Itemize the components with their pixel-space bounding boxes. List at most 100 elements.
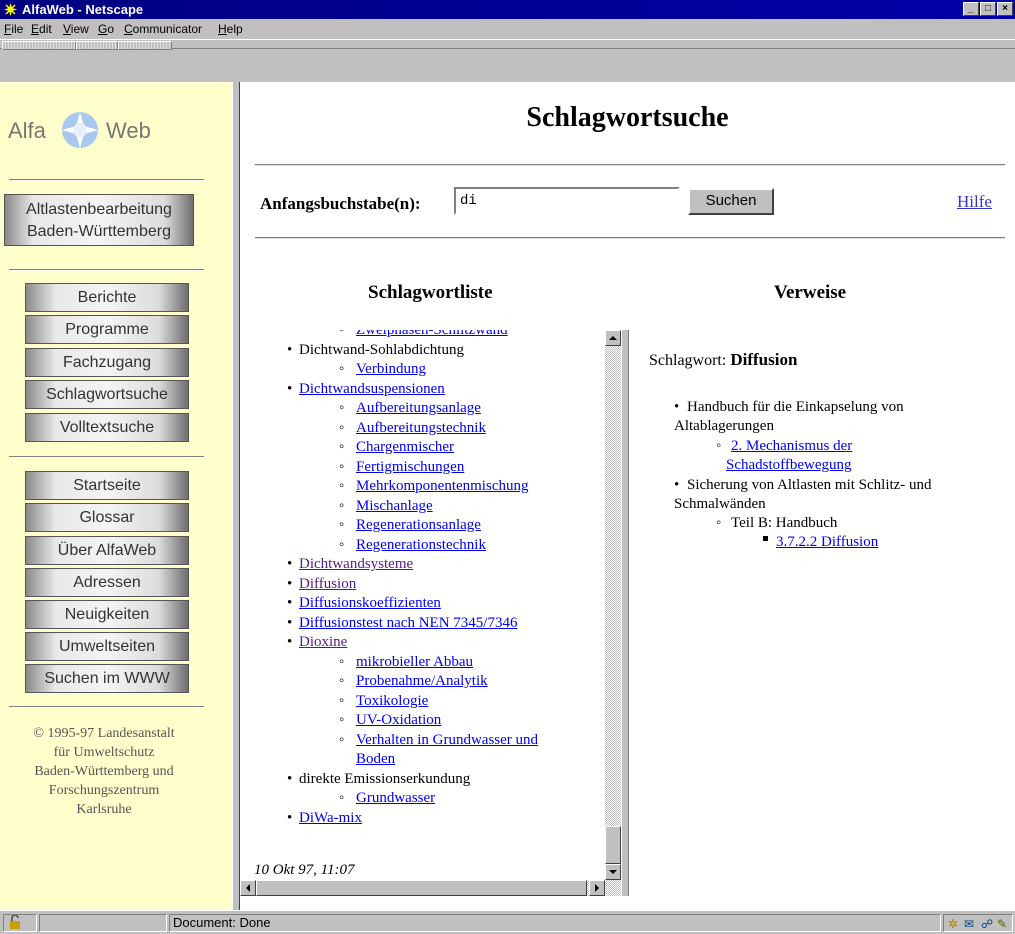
- keyword-label[interactable]: Chargenmischer: [356, 438, 454, 458]
- bullet-circle: ◦: [339, 673, 345, 689]
- keyword-label[interactable]: Boden: [356, 750, 395, 770]
- nav-programme-button[interactable]: Programme: [25, 315, 189, 344]
- bullet-circle: ◦: [339, 790, 345, 806]
- nav-fachzugang-button[interactable]: Fachzugang: [25, 348, 189, 377]
- keyword-label[interactable]: DiWa-mix: [299, 809, 362, 829]
- bullet-circle: ◦: [339, 439, 345, 455]
- bullet-circle: ◦: [339, 458, 345, 475]
- keyword-label[interactable]: Mischanlage: [356, 497, 433, 517]
- keyword-line: Schlagwort: Diffusion: [649, 350, 798, 369]
- menu-communicator[interactable]: Communicator: [124, 22, 202, 36]
- nav-volltextsuche-button[interactable]: Volltextsuche: [25, 413, 189, 442]
- navigator-icon[interactable]: ✲: [948, 916, 958, 932]
- maximize-button[interactable]: □: [980, 2, 996, 16]
- keyword-label[interactable]: Diffusionskoeffizienten: [299, 594, 441, 614]
- content-frame: Schlagwortsuche Anfangsbuchstabe(n): Suc…: [240, 82, 1015, 910]
- horizontal-scroll-thumb[interactable]: [256, 880, 587, 896]
- nav-glossar-button[interactable]: Glossar: [25, 503, 189, 532]
- horizontal-rule: [255, 164, 1005, 166]
- bullet-disc: •: [674, 399, 680, 415]
- nav-startseite-button[interactable]: Startseite: [25, 471, 189, 500]
- references-heading: Verweise: [774, 282, 847, 303]
- scroll-up-button[interactable]: [605, 330, 621, 346]
- reference-link-2[interactable]: 3.7.2.2 Diffusion: [776, 533, 878, 552]
- keyword-label[interactable]: Regenerationsanlage: [356, 516, 481, 536]
- bullet-disc: •: [287, 595, 293, 611]
- scroll-left-button[interactable]: [240, 880, 256, 896]
- keyword-label[interactable]: Diffusion: [299, 575, 356, 595]
- status-text: Document: Done: [169, 914, 941, 932]
- frame-divider[interactable]: [232, 82, 240, 910]
- keyword-label[interactable]: Fertigmischungen: [356, 458, 464, 478]
- keyword-label[interactable]: Dioxine: [299, 633, 347, 653]
- menu-go[interactable]: Go: [98, 22, 114, 36]
- nav-umweltseiten-button[interactable]: Umweltseiten: [25, 632, 189, 661]
- scroll-thumb[interactable]: [605, 826, 621, 864]
- bullet-circle: ◦: [339, 478, 345, 494]
- keyword-label[interactable]: Regenerationstechnik: [356, 536, 486, 556]
- help-link[interactable]: Hilfe: [957, 192, 992, 212]
- nav-ueber-alfaweb-button[interactable]: Über AlfaWeb: [25, 536, 189, 565]
- reference-link-1[interactable]: 2. Mechanismus der Schadstoffbewegung: [726, 437, 852, 475]
- bullet-circle: ◦: [716, 515, 722, 531]
- search-button[interactable]: Suchen: [688, 188, 774, 215]
- keyword-label[interactable]: mikrobieller Abbau: [356, 653, 473, 673]
- keyword-label[interactable]: Aufbereitungsanlage: [356, 399, 481, 419]
- progress-panel: [39, 914, 167, 932]
- composer-icon[interactable]: ✎: [997, 916, 1007, 932]
- scroll-right-button[interactable]: [589, 880, 605, 896]
- keyword-label[interactable]: Toxikologie: [356, 692, 428, 712]
- keyword-label[interactable]: Aufbereitungstechnik: [356, 419, 486, 439]
- list-timestamp: 10 Okt 97, 11:07: [254, 862, 355, 878]
- search-input[interactable]: [454, 187, 680, 215]
- keyword-list-horizontal-scrollbar[interactable]: [240, 880, 621, 896]
- minimize-button[interactable]: _: [963, 2, 979, 16]
- arrow-right-icon: [595, 884, 599, 892]
- nav-schlagwortsuche-button[interactable]: Schlagwortsuche: [25, 380, 189, 409]
- nav-adressen-button[interactable]: Adressen: [25, 568, 189, 597]
- discussion-icon[interactable]: ☍: [981, 916, 993, 932]
- alfaweb-logo[interactable]: Alfa Web: [8, 108, 198, 150]
- keyword-label[interactable]: UV-Oxidation: [356, 711, 441, 731]
- toolbar-tab-personal[interactable]: [118, 41, 172, 50]
- window-title: AlfaWeb - Netscape: [22, 2, 144, 17]
- menu-view[interactable]: View: [63, 22, 89, 36]
- mail-icon[interactable]: ✉: [964, 916, 974, 932]
- sidebar-divider: [9, 456, 204, 458]
- nav-neuigkeiten-button[interactable]: Neuigkeiten: [25, 600, 189, 629]
- keyword-list-heading: Schlagwortliste: [368, 282, 493, 303]
- close-button[interactable]: ×: [997, 2, 1013, 16]
- keyword-label[interactable]: Verbindung: [356, 360, 426, 380]
- menu-edit[interactable]: Edit: [31, 22, 52, 36]
- nav-suchen-im-www-button[interactable]: Suchen im WWW: [25, 664, 189, 693]
- keyword-label[interactable]: Diffusionstest nach NEN 7345/7346: [299, 614, 517, 634]
- keyword-list-frame: ◦ Zweiphasen-Schlitzwand • Dichtwand-Sohlab…: [248, 330, 605, 894]
- keyword-label[interactable]: Dichtwandsysteme: [299, 555, 413, 575]
- keyword-label[interactable]: Zweiphasen-Schlitzwand: [356, 330, 508, 341]
- keyword-label: Dichtwand-Sohlabdichtung: [299, 341, 464, 358]
- menu-help[interactable]: Help: [218, 22, 243, 36]
- security-lock-panel[interactable]: [3, 914, 37, 932]
- toolbar-tab-navigation[interactable]: [2, 41, 76, 50]
- menu-file[interactable]: File: [4, 22, 23, 36]
- references-frame: Schlagwort: Diffusion • Handbuch für die…: [629, 330, 1015, 896]
- nav-berichte-button[interactable]: Berichte: [25, 283, 189, 312]
- bullet-disc: •: [674, 477, 680, 493]
- reference-document-2: Sicherung von Altlasten mit Schlitz- und…: [674, 477, 932, 512]
- keyword-label[interactable]: Probenahme/Analytik: [356, 672, 488, 692]
- keyword-label[interactable]: Verhalten in Grundwasser und: [356, 731, 538, 751]
- keyword-label[interactable]: Grundwasser: [356, 789, 435, 809]
- inner-frame-divider[interactable]: [621, 330, 629, 896]
- window-title-bar[interactable]: AlfaWeb - Netscape _ □ ×: [0, 0, 1015, 19]
- bullet-circle: ◦: [339, 330, 345, 338]
- keyword-list-vertical-scrollbar[interactable]: [605, 330, 621, 880]
- arrow-up-icon: [609, 336, 617, 340]
- bullet-disc: •: [287, 575, 293, 592]
- selected-keyword: Diffusion: [730, 350, 798, 369]
- toolbar-tab-location[interactable]: [76, 41, 118, 50]
- keyword-label[interactable]: Dichtwandsuspensionen: [299, 380, 445, 400]
- altlasten-button[interactable]: Altlastenbearbeitung Baden-Württemberg: [4, 194, 194, 246]
- logo-globe-icon: [62, 112, 98, 148]
- keyword-label[interactable]: Mehrkomponentenmischung: [356, 477, 528, 497]
- scroll-down-button[interactable]: [605, 864, 621, 880]
